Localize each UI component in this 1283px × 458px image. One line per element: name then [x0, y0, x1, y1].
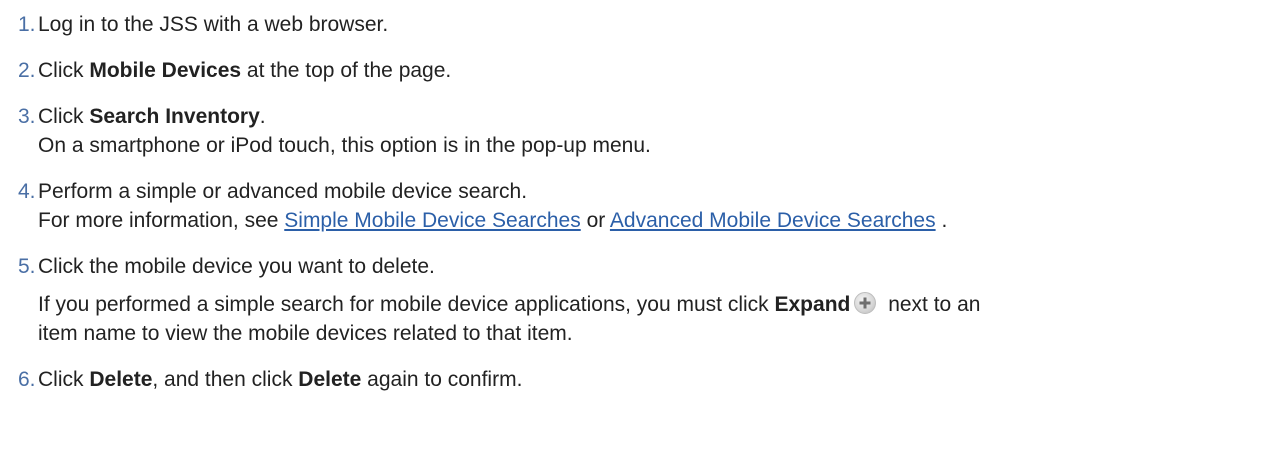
step-text-prefix: Click — [38, 368, 90, 391]
step-number: 5. — [18, 255, 36, 278]
step-note: For more information, see Simple Mobile … — [38, 206, 1273, 235]
step-text-middle: , and then click — [152, 368, 299, 391]
step-3: 3. Click Search Inventory. On a smartpho… — [18, 102, 1273, 160]
step-number: 2. — [18, 59, 36, 82]
step-text: Perform a simple or advanced mobile devi… — [38, 180, 528, 203]
note-prefix: For more information, see — [38, 209, 285, 232]
step-number: 4. — [18, 180, 36, 203]
step-number: 1. — [18, 13, 36, 36]
step-text-prefix: Click — [38, 59, 90, 82]
ui-term-mobile-devices: Mobile Devices — [89, 59, 242, 82]
note-suffix: . — [935, 209, 948, 232]
procedure-steps: 1. Log in to the JSS with a web browser.… — [18, 10, 1273, 394]
ui-term-expand: Expand — [774, 293, 851, 316]
step-text-suffix: at the top of the page. — [241, 59, 452, 82]
note-prefix: If you performed a simple search for mob… — [38, 293, 775, 316]
plus-circle-icon — [854, 292, 877, 314]
step-text: Click Search Inventory. — [38, 102, 1273, 131]
step-text-suffix: again to confirm. — [361, 368, 523, 391]
step-4: 4. Perform a simple or advanced mobile d… — [18, 177, 1273, 235]
step-text-suffix: . — [259, 105, 266, 128]
step-note: If you performed a simple search for mob… — [38, 290, 1273, 319]
step-text: Click the mobile device you want to dele… — [38, 255, 435, 278]
step-1: 1. Log in to the JSS with a web browser. — [18, 10, 1273, 39]
step-text-prefix: Click — [38, 105, 90, 128]
step-6: 6. Click Delete, and then click Delete a… — [18, 365, 1273, 394]
note-connector: or — [580, 209, 610, 232]
step-number: 6. — [18, 368, 36, 391]
step-text: Log in to the JSS with a web browser. — [38, 13, 389, 36]
step-number: 3. — [18, 105, 36, 128]
ui-term-delete: Delete — [89, 368, 153, 391]
step-5: 5. Click the mobile device you want to d… — [18, 252, 1273, 348]
step-text: Click Delete, and then click Delete agai… — [38, 365, 1273, 394]
step-note-line-2: item name to view the mobile devices rel… — [38, 322, 573, 345]
ui-term-search-inventory: Search Inventory — [89, 105, 260, 128]
link-simple-mobile-device-searches[interactable]: Simple Mobile Device Searches — [284, 209, 580, 232]
ui-term-delete-confirm: Delete — [298, 368, 362, 391]
step-text: Click Mobile Devices at the top of the p… — [38, 56, 1273, 85]
step-note: On a smartphone or iPod touch, this opti… — [38, 134, 651, 157]
note-suffix: next to an — [882, 293, 981, 316]
link-advanced-mobile-device-searches[interactable]: Advanced Mobile Device Searches — [610, 209, 936, 232]
step-2: 2. Click Mobile Devices at the top of th… — [18, 56, 1273, 85]
